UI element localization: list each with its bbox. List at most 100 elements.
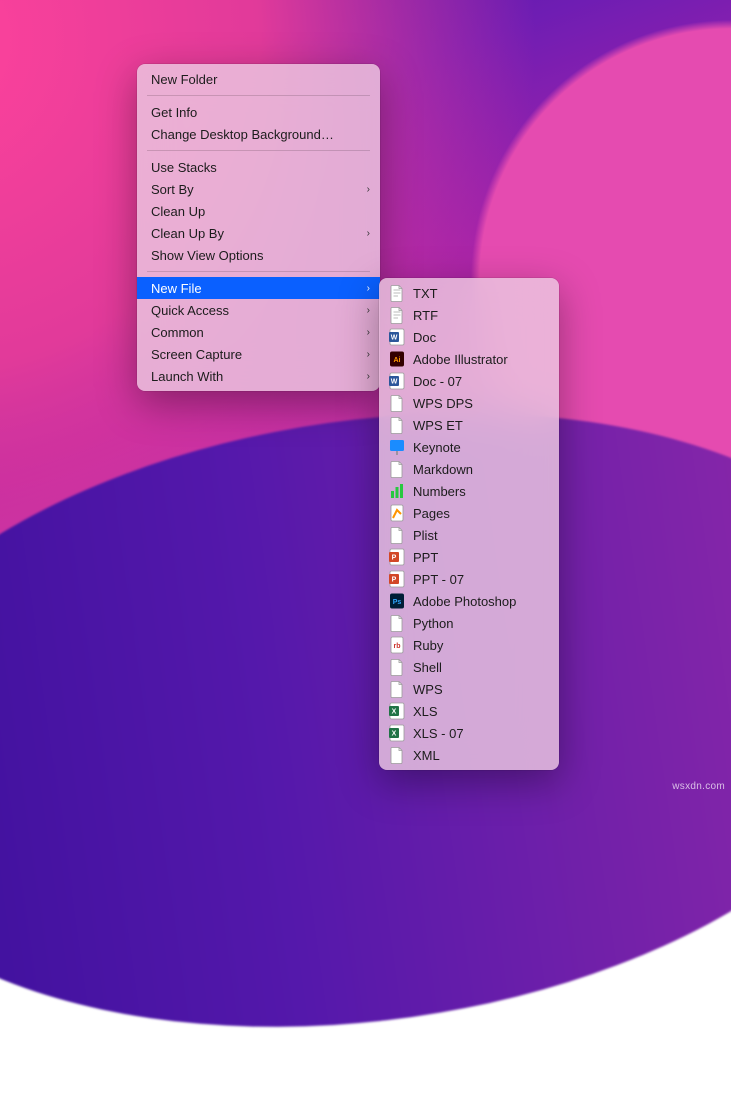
blank-file-icon — [389, 746, 405, 764]
menu-item-clean-up-by[interactable]: Clean Up By › — [137, 222, 380, 244]
chevron-right-icon: › — [367, 228, 370, 239]
blank-file-icon — [389, 680, 405, 698]
submenu-item-doc[interactable]: WDoc — [379, 326, 559, 348]
chevron-right-icon: › — [367, 184, 370, 195]
submenu-item-label: Adobe Photoshop — [413, 594, 516, 609]
xls-file-icon: X — [389, 702, 405, 720]
chevron-right-icon: › — [367, 371, 370, 382]
menu-item-label: Clean Up By — [151, 226, 224, 241]
submenu-item-ruby[interactable]: rb Ruby — [379, 634, 559, 656]
numbers-file-icon — [389, 482, 405, 500]
submenu-item-rtf[interactable]: RTF — [379, 304, 559, 326]
submenu-item-wps-dps[interactable]: WPS DPS — [379, 392, 559, 414]
submenu-item-adobe-photoshop[interactable]: Ps Adobe Photoshop — [379, 590, 559, 612]
menu-item-common[interactable]: Common › — [137, 321, 380, 343]
submenu-item-label: TXT — [413, 286, 438, 301]
menu-item-sort-by[interactable]: Sort By › — [137, 178, 380, 200]
svg-text:X: X — [392, 709, 397, 716]
word-file-icon: W — [389, 372, 405, 390]
submenu-item-label: PPT — [413, 550, 438, 565]
submenu-item-adobe-illustrator[interactable]: Ai Adobe Illustrator — [379, 348, 559, 370]
menu-item-label: Use Stacks — [151, 160, 217, 175]
submenu-item-python[interactable]: Python — [379, 612, 559, 634]
submenu-item-plist[interactable]: Plist — [379, 524, 559, 546]
svg-text:rb: rb — [394, 643, 401, 650]
submenu-item-txt[interactable]: TXT — [379, 282, 559, 304]
menu-item-label: Sort By — [151, 182, 194, 197]
submenu-item-label: Python — [413, 616, 453, 631]
menu-item-label: Change Desktop Background… — [151, 127, 334, 142]
submenu-item-shell[interactable]: Shell — [379, 656, 559, 678]
submenu-item-label: Pages — [413, 506, 450, 521]
menu-item-launch-with[interactable]: Launch With › — [137, 365, 380, 387]
submenu-item-label: Markdown — [413, 462, 473, 477]
menu-item-label: Common — [151, 325, 204, 340]
submenu-item-ppt-07[interactable]: P PPT - 07 — [379, 568, 559, 590]
menu-item-change-desktop-background[interactable]: Change Desktop Background… — [137, 123, 380, 145]
menu-item-label: Launch With — [151, 369, 223, 384]
ppt-file-icon: P — [389, 548, 405, 566]
new-file-submenu: TXT RTF WDoc Ai Adobe Illustrator W Doc - 07 WP… — [379, 278, 559, 770]
xls-file-icon: X — [389, 724, 405, 742]
ai-file-icon: Ai — [389, 350, 405, 368]
svg-text:Ai: Ai — [394, 357, 401, 364]
svg-text:W: W — [391, 379, 398, 386]
submenu-item-wps-et[interactable]: WPS ET — [379, 414, 559, 436]
chevron-right-icon: › — [367, 283, 370, 294]
submenu-item-label: WPS DPS — [413, 396, 473, 411]
watermark: wsxdn.com — [672, 781, 725, 792]
submenu-item-wps[interactable]: WPS — [379, 678, 559, 700]
submenu-item-label: Numbers — [413, 484, 466, 499]
submenu-item-label: XLS — [413, 704, 438, 719]
submenu-item-doc-07[interactable]: W Doc - 07 — [379, 370, 559, 392]
submenu-item-markdown[interactable]: Markdown — [379, 458, 559, 480]
menu-item-label: New Folder — [151, 72, 217, 87]
submenu-item-label: Doc — [413, 330, 436, 345]
submenu-item-label: Keynote — [413, 440, 461, 455]
menu-item-get-info[interactable]: Get Info — [137, 101, 380, 123]
menu-item-label: New File — [151, 281, 202, 296]
menu-item-label: Quick Access — [151, 303, 229, 318]
blank-file-icon — [389, 460, 405, 478]
submenu-item-label: WPS ET — [413, 418, 463, 433]
submenu-item-numbers[interactable]: Numbers — [379, 480, 559, 502]
menu-item-label: Show View Options — [151, 248, 264, 263]
menu-item-quick-access[interactable]: Quick Access› — [137, 299, 380, 321]
submenu-item-xls-07[interactable]: X XLS - 07 — [379, 722, 559, 744]
submenu-item-xls[interactable]: X XLS — [379, 700, 559, 722]
menu-item-use-stacks[interactable]: Use Stacks — [137, 156, 380, 178]
svg-text:P: P — [392, 577, 397, 584]
menu-item-new-folder[interactable]: New Folder — [137, 68, 380, 90]
submenu-item-label: Shell — [413, 660, 442, 675]
chevron-right-icon: › — [367, 327, 370, 338]
blank-file-icon — [389, 658, 405, 676]
ruby-file-icon: rb — [389, 636, 405, 654]
svg-text:X: X — [392, 731, 397, 738]
submenu-item-pages[interactable]: Pages — [379, 502, 559, 524]
submenu-item-label: Plist — [413, 528, 438, 543]
submenu-item-label: Doc - 07 — [413, 374, 462, 389]
ps-file-icon: Ps — [389, 592, 405, 610]
menu-item-screen-capture[interactable]: Screen Capture› — [137, 343, 380, 365]
context-menu: New Folder Get Info Change Desktop Backgro… — [137, 64, 380, 391]
menu-item-label: Screen Capture — [151, 347, 242, 362]
pages-file-icon — [389, 504, 405, 522]
txt-file-icon — [389, 284, 405, 302]
svg-text:Ps: Ps — [393, 599, 402, 606]
submenu-item-label: RTF — [413, 308, 438, 323]
submenu-item-label: WPS — [413, 682, 443, 697]
menu-item-new-file[interactable]: New File › — [137, 277, 380, 299]
menu-item-label: Get Info — [151, 105, 197, 120]
menu-item-clean-up[interactable]: Clean Up — [137, 200, 380, 222]
svg-text:P: P — [392, 555, 397, 562]
submenu-item-label: Ruby — [413, 638, 443, 653]
submenu-item-label: Adobe Illustrator — [413, 352, 508, 367]
submenu-item-label: PPT - 07 — [413, 572, 464, 587]
blank-file-icon — [389, 416, 405, 434]
submenu-item-xml[interactable]: XML — [379, 744, 559, 766]
submenu-item-ppt[interactable]: P PPT — [379, 546, 559, 568]
submenu-item-keynote[interactable]: Keynote — [379, 436, 559, 458]
submenu-item-label: XLS - 07 — [413, 726, 464, 741]
keynote-file-icon — [389, 438, 405, 456]
menu-item-show-view-options[interactable]: Show View Options — [137, 244, 380, 266]
